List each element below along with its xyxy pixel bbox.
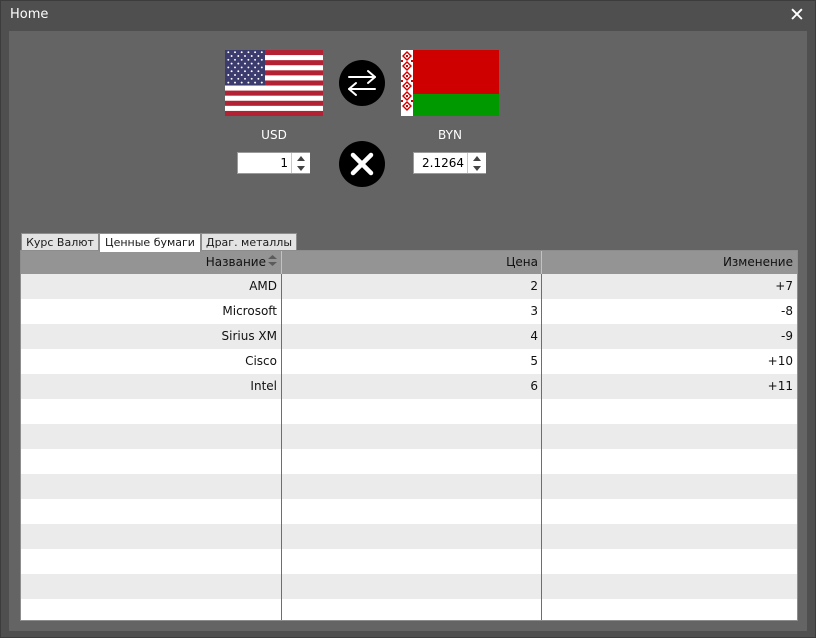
chevron-down-icon[interactable] [292, 163, 310, 173]
cell-change[interactable]: +7 [542, 274, 797, 299]
cell-change[interactable] [542, 399, 797, 424]
sort-arrows-icon[interactable] [268, 251, 277, 274]
to-amount-arrows[interactable] [467, 153, 486, 173]
cell-price[interactable] [282, 474, 542, 499]
cell-change[interactable]: +11 [542, 374, 797, 399]
cell-price[interactable] [282, 549, 542, 574]
close-icon[interactable]: ✕ [787, 5, 807, 25]
app-window: Home ✕ USD BYN 1 2.1264 Курс Валют Ценны… [0, 0, 816, 638]
cell-change[interactable]: +10 [542, 349, 797, 374]
cell-name[interactable]: Sirius XM [21, 324, 281, 349]
cell-price[interactable]: 5 [282, 349, 542, 374]
clear-button[interactable] [339, 141, 385, 187]
cell-price[interactable]: 6 [282, 374, 542, 399]
to-amount-input[interactable] [414, 153, 467, 173]
cell-price[interactable]: 4 [282, 324, 542, 349]
close-circle-icon [350, 152, 374, 176]
window-title: Home [10, 7, 49, 22]
chevron-down-icon[interactable] [468, 163, 486, 173]
to-currency-label: BYN [438, 128, 462, 142]
swap-arrows-icon [348, 70, 376, 96]
us-flag-icon [225, 50, 323, 116]
cell-name[interactable] [21, 549, 281, 574]
cell-change[interactable] [542, 424, 797, 449]
cell-price[interactable] [282, 399, 542, 424]
cell-change[interactable] [542, 574, 797, 599]
column-separator [281, 274, 282, 620]
cell-change[interactable]: -8 [542, 299, 797, 324]
table-row[interactable] [21, 474, 797, 499]
column-header-price[interactable]: Цена [282, 251, 542, 274]
cell-name[interactable] [21, 524, 281, 549]
table-row[interactable] [21, 424, 797, 449]
cell-price[interactable]: 2 [282, 274, 542, 299]
cell-change[interactable] [542, 549, 797, 574]
cell-name[interactable]: AMD [21, 274, 281, 299]
cell-price[interactable]: 3 [282, 299, 542, 324]
title-bar: Home ✕ [1, 1, 815, 29]
cell-name[interactable]: Intel [21, 374, 281, 399]
swap-button[interactable] [339, 60, 385, 106]
from-currency-label: USD [261, 128, 287, 142]
table-header: Название Цена Изменение [21, 251, 797, 274]
column-header-name-label: Название [205, 255, 266, 269]
cell-change[interactable] [542, 499, 797, 524]
belarus-flag-icon [401, 50, 499, 116]
from-amount-arrows[interactable] [291, 153, 310, 173]
table-row[interactable] [21, 499, 797, 524]
table-row[interactable] [21, 549, 797, 574]
cell-price[interactable] [282, 449, 542, 474]
cell-price[interactable] [282, 424, 542, 449]
to-amount-stepper[interactable] [413, 152, 486, 174]
table-row[interactable] [21, 574, 797, 599]
table-row[interactable] [21, 524, 797, 549]
cell-name[interactable] [21, 399, 281, 424]
cell-change[interactable] [542, 524, 797, 549]
cell-name[interactable]: Cisco [21, 349, 281, 374]
from-amount-stepper[interactable] [237, 152, 310, 174]
main-panel: USD BYN 1 2.1264 Курс Валют Ценные бумаг… [9, 31, 807, 631]
cell-change[interactable] [542, 449, 797, 474]
cell-price[interactable] [282, 524, 542, 549]
tab-securities[interactable]: Ценные бумаги [99, 233, 201, 252]
table-row[interactable]: Cisco 5 +10 [21, 349, 797, 374]
table-body: AMD 2 +7 Microsoft 3 -8 Sirius XM 4 -9 Cisco 5 +10 I… [21, 274, 797, 620]
cell-change[interactable] [542, 474, 797, 499]
cell-name[interactable]: Microsoft [21, 299, 281, 324]
table-row[interactable]: Sirius XM 4 -9 [21, 324, 797, 349]
column-header-name[interactable]: Название [21, 251, 281, 274]
cell-name[interactable] [21, 574, 281, 599]
tab-precious-metals[interactable]: Драг. металлы [201, 233, 297, 251]
column-separator [541, 274, 542, 620]
chevron-up-icon[interactable] [292, 153, 310, 163]
table-row[interactable] [21, 599, 797, 620]
cell-name[interactable] [21, 449, 281, 474]
table-row[interactable]: Intel 6 +11 [21, 374, 797, 399]
table-row[interactable]: AMD 2 +7 [21, 274, 797, 299]
cell-price[interactable] [282, 499, 542, 524]
cell-change[interactable]: -9 [542, 324, 797, 349]
cell-name[interactable] [21, 599, 281, 620]
cell-price[interactable] [282, 599, 542, 620]
tab-currency-rates[interactable]: Курс Валют [21, 233, 99, 251]
cell-price[interactable] [282, 574, 542, 599]
table-row[interactable]: Microsoft 3 -8 [21, 299, 797, 324]
cell-name[interactable] [21, 474, 281, 499]
cell-name[interactable] [21, 499, 281, 524]
from-amount-input[interactable] [238, 153, 291, 173]
table-row[interactable] [21, 449, 797, 474]
chevron-up-icon[interactable] [468, 153, 486, 163]
column-header-change[interactable]: Изменение [542, 251, 797, 274]
securities-table: Название Цена Изменение AMD 2 +7 Microsoft 3… [20, 250, 798, 621]
cell-change[interactable] [542, 599, 797, 620]
table-row[interactable] [21, 399, 797, 424]
cell-name[interactable] [21, 424, 281, 449]
